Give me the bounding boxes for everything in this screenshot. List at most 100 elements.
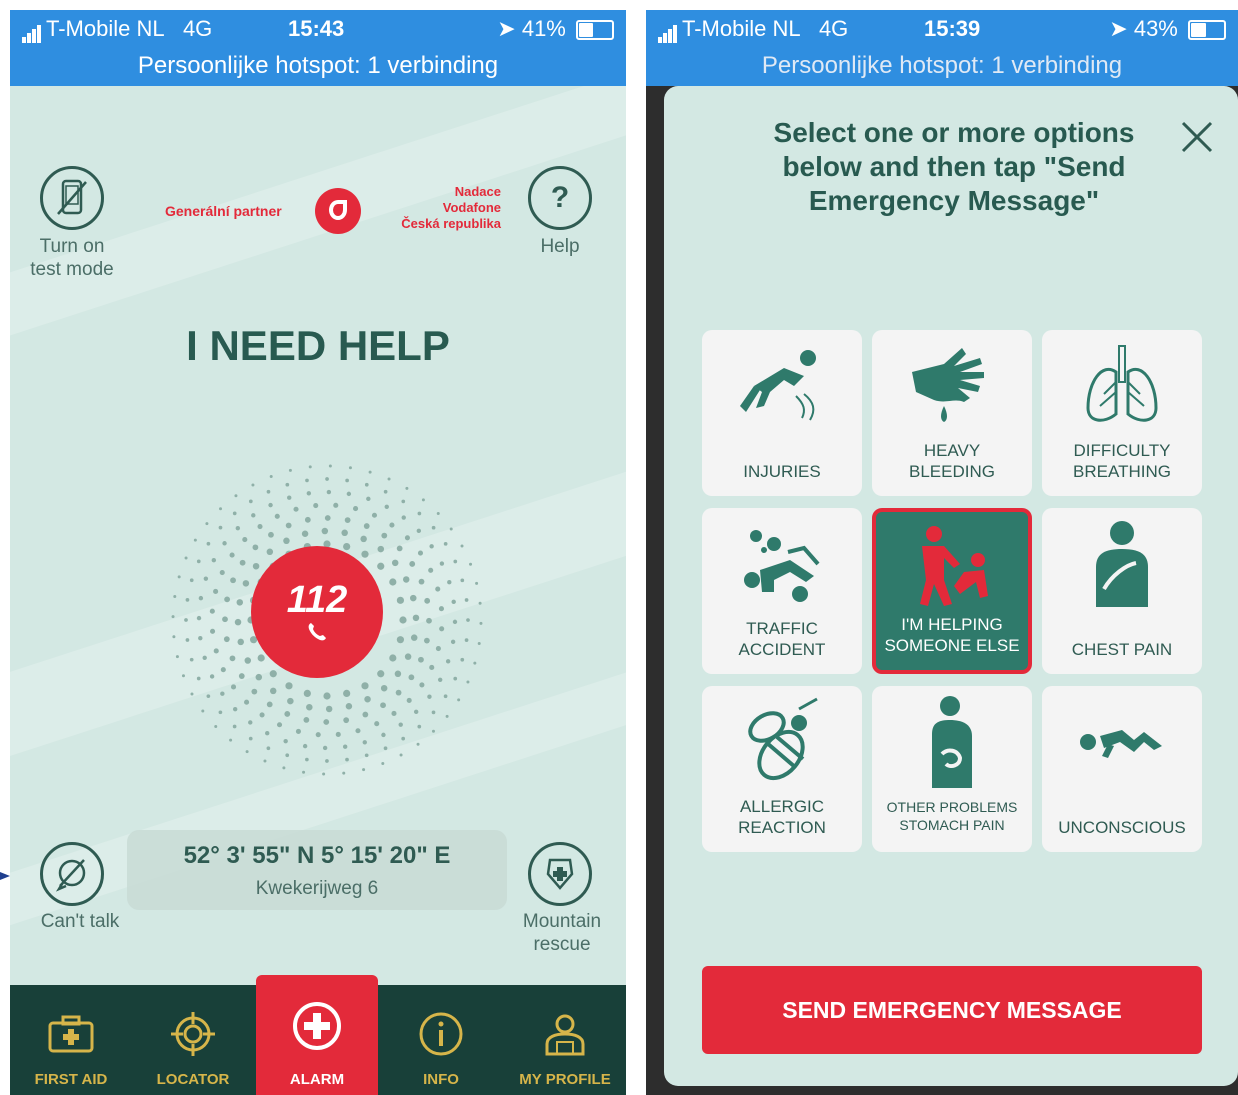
option-difficulty-breathing[interactable]: DIFFICULTY BREATHING bbox=[1042, 330, 1202, 496]
pulse-dot bbox=[302, 770, 306, 774]
pulse-dot bbox=[399, 616, 407, 624]
clock: 15:39 bbox=[924, 16, 981, 41]
sponsor-banner: Generální partner Nadace Vodafone Česká … bbox=[165, 176, 505, 246]
pulse-dot bbox=[202, 655, 207, 660]
pulse-dot bbox=[185, 638, 190, 642]
pulse-dot bbox=[464, 598, 469, 602]
option-traffic-accident[interactable]: TRAFFIC ACCIDENT bbox=[702, 508, 862, 674]
pulse-dot bbox=[435, 586, 441, 592]
carrier: T-Mobile NL 4G bbox=[22, 16, 212, 44]
battery-icon bbox=[576, 20, 614, 41]
pulse-dot bbox=[431, 729, 435, 733]
pulse-dot bbox=[306, 491, 312, 496]
tab-first-aid[interactable]: FIRST AID bbox=[10, 985, 132, 1095]
pulse-dot bbox=[362, 711, 369, 718]
pulse-dot bbox=[428, 567, 434, 573]
lungs-icon bbox=[1086, 345, 1158, 422]
pulse-dot bbox=[177, 575, 181, 579]
hotspot-banner[interactable]: Persoonlijke hotspot: 1 verbinding bbox=[10, 52, 626, 80]
pulse-dot bbox=[238, 673, 245, 679]
pulse-dot bbox=[293, 506, 299, 512]
pulse-dot bbox=[325, 759, 329, 763]
pulse-dot bbox=[222, 541, 227, 546]
tab-locator[interactable]: LOCATOR bbox=[132, 985, 254, 1095]
pulse-dot bbox=[364, 482, 369, 487]
pulse-dot bbox=[229, 552, 235, 558]
pulse-dot bbox=[374, 721, 380, 727]
pulse-dot bbox=[189, 578, 194, 583]
pulse-dot bbox=[389, 578, 397, 586]
pulse-dot bbox=[218, 710, 223, 715]
pulse-dot bbox=[443, 541, 448, 546]
sponsor-partner-text: Generální partner bbox=[165, 203, 282, 219]
option-stomach-pain[interactable]: OTHER PROBLEMS STOMACH PAIN bbox=[872, 686, 1032, 852]
pulse-dot bbox=[342, 744, 348, 749]
signal-icon bbox=[658, 17, 678, 44]
pulse-dot bbox=[305, 478, 309, 483]
pulse-dot bbox=[431, 525, 436, 530]
pulse-dot bbox=[196, 559, 201, 564]
profile-icon bbox=[545, 1014, 585, 1056]
tab-info[interactable]: INFO bbox=[380, 985, 502, 1095]
option-chest-pain[interactable]: CHEST PAIN bbox=[1042, 508, 1202, 674]
pulse-dot bbox=[313, 503, 319, 509]
pulse-dot bbox=[287, 495, 292, 500]
crosshair-icon bbox=[171, 1012, 215, 1056]
hotspot-banner[interactable]: Persoonlijke hotspot: 1 verbinding bbox=[646, 52, 1238, 80]
pulse-dot bbox=[431, 710, 436, 715]
phone-crossed-icon bbox=[57, 179, 87, 215]
send-emergency-message-button[interactable]: SEND EMERGENCY MESSAGE bbox=[702, 966, 1202, 1054]
tab-my-profile[interactable]: MY PROFILE bbox=[504, 985, 626, 1095]
emergency-number: 112 bbox=[286, 579, 348, 621]
falling-person-icon bbox=[740, 350, 816, 421]
pulse-dot bbox=[173, 595, 177, 599]
stomach-pain-icon bbox=[932, 696, 972, 788]
pulse-dot bbox=[417, 724, 422, 729]
pulse-dot bbox=[268, 502, 273, 508]
pulse-dot bbox=[287, 697, 294, 705]
pulse-dot bbox=[421, 498, 425, 502]
pulse-dot bbox=[389, 654, 397, 662]
help-button[interactable]: ? bbox=[528, 166, 592, 230]
cant-talk-label: Can't talk bbox=[40, 911, 120, 932]
option-helping-someone-else[interactable]: I'M HELPING SOMEONE ELSE bbox=[872, 508, 1032, 674]
network-type: 4G bbox=[818, 16, 849, 41]
pulse-dot bbox=[452, 619, 458, 625]
pulse-dot bbox=[429, 664, 435, 671]
pulse-dot bbox=[439, 626, 445, 632]
pulse-dot bbox=[416, 528, 422, 534]
pulse-dot bbox=[266, 701, 273, 708]
option-heavy-bleeding[interactable]: HEAVY BLEEDING bbox=[872, 330, 1032, 496]
close-icon[interactable] bbox=[1180, 120, 1214, 154]
pulse-dot bbox=[389, 522, 395, 528]
pulse-dot bbox=[237, 638, 244, 646]
pulse-dot bbox=[306, 703, 313, 711]
location-card[interactable]: 52° 3' 55" N 5° 15' 20" E Kwekerijweg 6 bbox=[127, 830, 507, 910]
battery-icon bbox=[1188, 20, 1226, 41]
pulse-dot bbox=[344, 517, 351, 524]
pulse-dot bbox=[211, 558, 217, 563]
pulse-dot bbox=[366, 496, 371, 502]
test-mode-button[interactable] bbox=[40, 166, 104, 230]
pulse-dot bbox=[283, 738, 288, 744]
pulse-dot bbox=[288, 468, 292, 472]
pulse-dot bbox=[384, 504, 389, 510]
pulse-dot bbox=[353, 506, 359, 512]
option-unconscious[interactable]: UNCONSCIOUS bbox=[1042, 686, 1202, 852]
tab-alarm[interactable]: ALARM bbox=[256, 975, 378, 1095]
mountain-rescue-button[interactable] bbox=[528, 842, 592, 906]
pulse-dot bbox=[274, 513, 280, 519]
emergency-call-button[interactable]: 112 bbox=[251, 546, 383, 678]
pulse-dot bbox=[417, 550, 424, 556]
option-allergic-reaction[interactable]: ALLERGIC REACTION bbox=[702, 686, 862, 852]
pulse-dot bbox=[303, 689, 311, 698]
option-injuries[interactable]: INJURIES bbox=[702, 330, 862, 496]
cant-talk-button[interactable] bbox=[40, 842, 104, 906]
pulse-dot bbox=[424, 597, 431, 604]
tab-label: ALARM bbox=[289, 1071, 345, 1088]
pulse-dot bbox=[426, 617, 432, 624]
pulse-dot bbox=[460, 544, 464, 548]
pulse-dot bbox=[409, 561, 416, 567]
pulse-dot bbox=[364, 753, 369, 758]
help-label: Help bbox=[540, 236, 580, 257]
